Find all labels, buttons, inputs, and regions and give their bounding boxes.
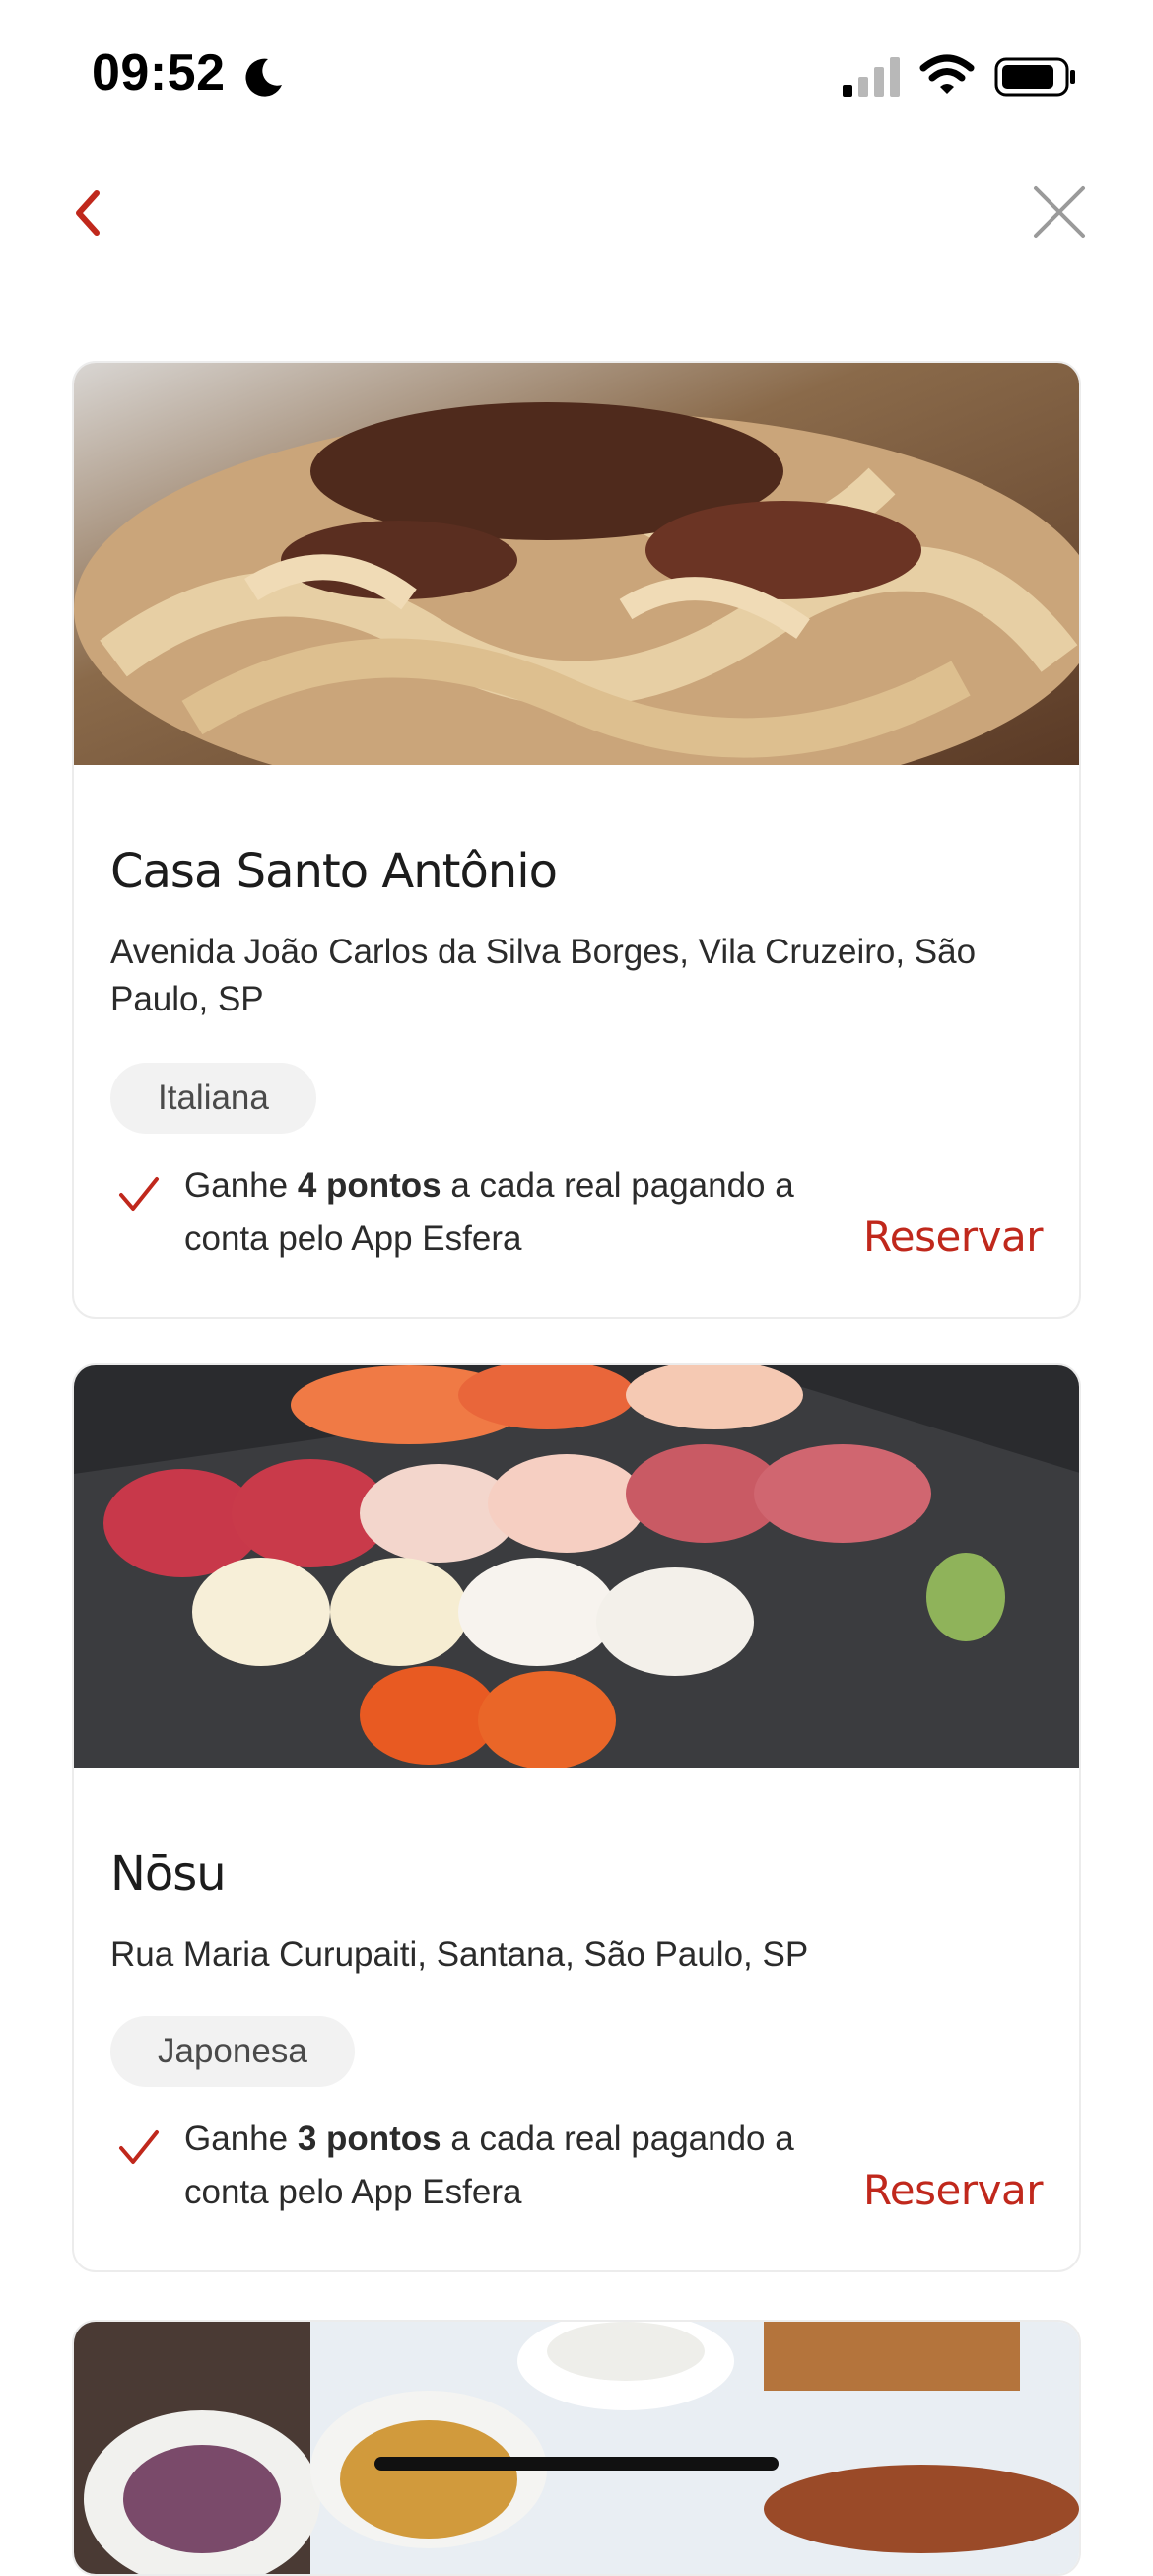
cuisine-tag: Italiana	[110, 1063, 316, 1134]
reserve-button[interactable]: Reservar	[863, 2166, 1044, 2214]
points-prefix: Ganhe	[184, 2120, 298, 2158]
points-info: Ganhe 4 pontos a cada real pagando a con…	[184, 1159, 795, 1266]
restaurant-card[interactable]: Casa Santo Antônio Avenida João Carlos d…	[72, 361, 1081, 1319]
points-value: 4 pontos	[297, 1166, 441, 1205]
points-info: Ganhe 3 pontos a cada real pagando a con…	[184, 2113, 795, 2219]
close-button[interactable]	[1025, 177, 1094, 246]
restaurant-card[interactable]: Nōsu Rua Maria Curupaiti, Santana, São P…	[72, 1363, 1081, 2272]
close-icon	[1034, 186, 1085, 238]
points-value: 3 pontos	[297, 2120, 441, 2158]
pasta-photo	[74, 363, 1079, 765]
battery-icon	[994, 57, 1075, 97]
chevron-left-icon	[76, 190, 100, 236]
restaurant-card[interactable]	[72, 2320, 1081, 2576]
moon-icon	[245, 58, 282, 97]
sushi-photo	[74, 1365, 1079, 1768]
points-prefix: Ganhe	[184, 1166, 298, 1205]
restaurant-name: Nōsu	[110, 1846, 227, 1902]
home-indicator[interactable]	[374, 2457, 779, 2471]
status-bar: 09:52	[0, 0, 1153, 148]
cuisine-tag: Japonesa	[110, 2016, 355, 2087]
signal-icon	[843, 57, 900, 97]
check-icon	[119, 1177, 159, 1211]
reserve-button[interactable]: Reservar	[863, 1213, 1044, 1261]
food-platter-photo	[74, 2322, 1079, 2574]
status-time: 09:52	[92, 44, 226, 102]
wifi-icon	[919, 54, 975, 94]
check-icon	[119, 2130, 159, 2164]
restaurant-address: Rua Maria Curupaiti, Santana, São Paulo,…	[110, 1935, 809, 1974]
restaurant-name: Casa Santo Antônio	[110, 844, 558, 899]
back-button[interactable]	[59, 177, 114, 248]
restaurant-address: Avenida João Carlos da Silva Borges, Vil…	[110, 933, 977, 1018]
